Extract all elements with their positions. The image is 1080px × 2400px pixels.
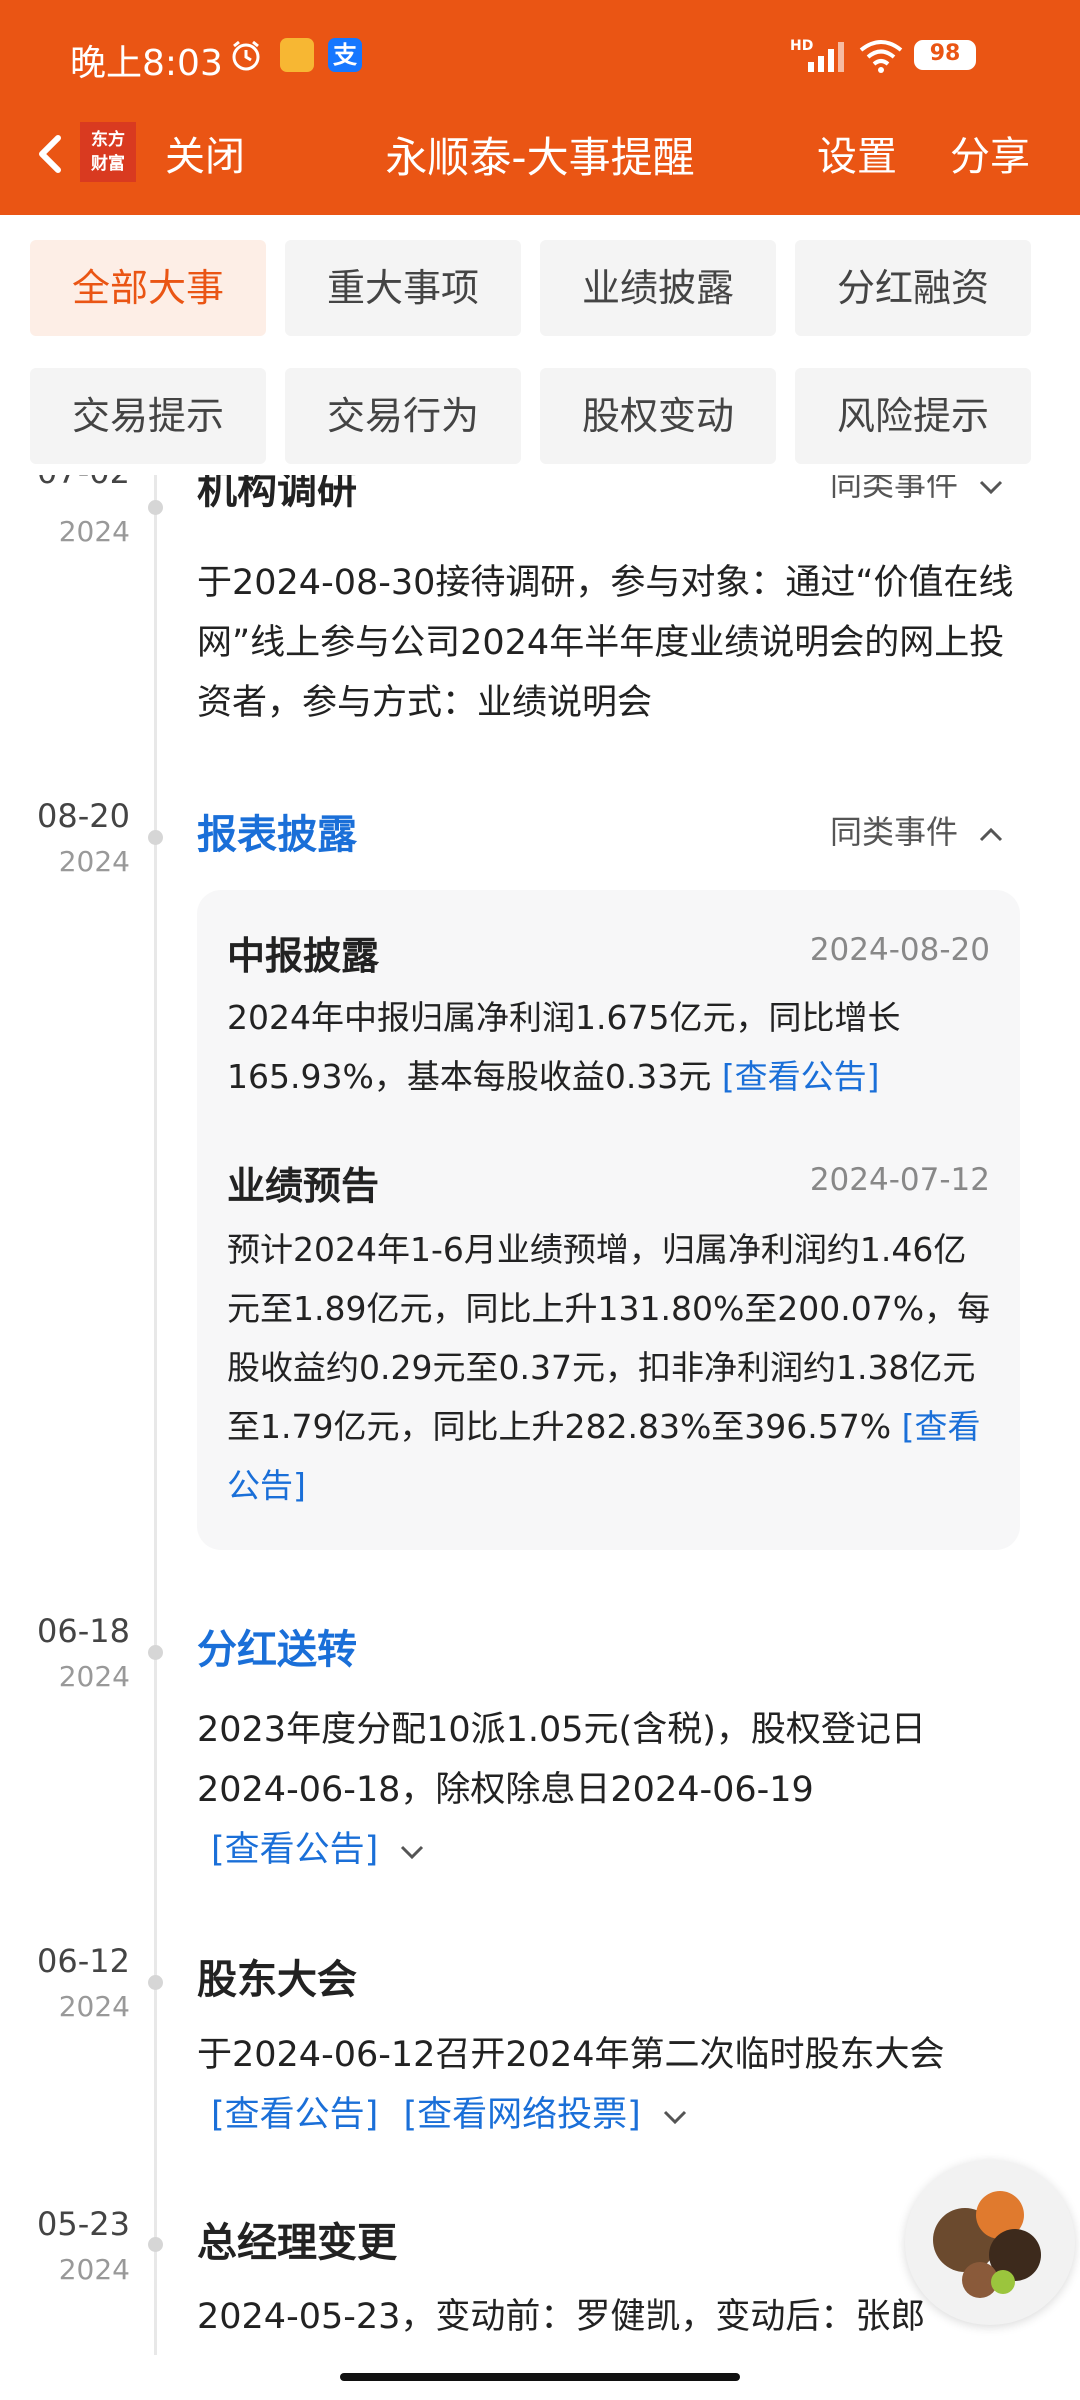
event-year: 2024 [58,1660,130,1693]
filter-results-disclosure[interactable]: 业绩披露 [540,240,776,336]
chevron-down-icon [976,475,1006,505]
event-date: 08-20 [37,797,130,835]
event-title: 股东大会 [197,1957,357,2003]
event-title: 机构调研 [197,475,357,513]
event-description: 2024-05-23，变动前：罗健凯，变动后：张郎 [197,2297,926,2337]
chevron-down-icon[interactable] [397,1821,427,1881]
event-title[interactable]: 分红送转 [197,1617,357,1675]
timeline-dot [148,1645,163,1660]
notification-app-icon [280,38,314,72]
assistant-avatar-icon [933,2191,1041,2298]
sub-event-text: 预计2024年1-6月业绩预增，归属净利润约1.46亿元至1.89亿元，同比上升… [227,1230,991,1446]
event-year: 2024 [58,515,130,548]
timeline-dot [148,2237,163,2252]
similar-label: 同类事件 [830,813,959,851]
timeline-dot [148,500,163,515]
event-date: 07-02 [30,475,130,491]
similar-label: 同类事件 [830,475,959,503]
event-year: 2024 [58,2253,130,2286]
sub-event-description: 预计2024年1-6月业绩预增，归属净利润约1.46亿元至1.89亿元，同比上升… [227,1220,997,1515]
event-description: 于2024-08-30接待调研，参与对象：通过“价值在线网”线上参与公司2024… [197,563,1014,723]
settings-button[interactable]: 设置 [817,124,897,182]
filter-dividend-financing[interactable]: 分红融资 [795,240,1031,336]
sub-event-title: 业绩预告 [227,1164,380,1208]
event-title: 总经理变更 [197,2220,397,2266]
alipay-icon: 支 [328,38,362,72]
sub-event-date: 2024-07-12 [809,1162,990,1198]
home-indicator[interactable] [340,2373,740,2381]
sub-event-title: 中报披露 [227,934,380,978]
timeline-dot [148,1975,163,1990]
event-title[interactable]: 报表披露 [197,802,357,860]
timeline-line [154,475,157,2355]
page-title: 永顺泰-大事提醒 [385,133,695,182]
share-button[interactable]: 分享 [950,124,1030,182]
chevron-up-icon [976,815,1006,853]
event-text: 2023年度分配10派1.05元(含税)，股权登记日2024-06-18，除权除… [197,1710,926,1810]
alarm-icon [228,38,264,78]
event-description: 于2024-06-12召开2024年第二次临时股东大会 [查看公告] [查看网络… [197,2025,1017,2146]
similar-events-toggle[interactable]: 同类事件 [830,807,1006,853]
similar-events-toggle[interactable]: 同类事件 [830,475,1006,505]
filter-equity-change[interactable]: 股权变动 [540,368,776,464]
view-announcement-link[interactable]: [查看公告] [211,1830,378,1870]
event-year: 2024 [58,1990,130,2023]
event-description: 2023年度分配10派1.05元(含税)，股权登记日2024-06-18，除权除… [197,1700,1017,1881]
app-header: 晚上8:03 支 HD 98 东方 财富 关闭 永顺泰-大事提醒 设置 分享 [0,0,1080,215]
event-text: 于2024-06-12召开2024年第二次临时股东大会 [197,2035,945,2075]
filter-trade-tips[interactable]: 交易提示 [30,368,266,464]
event-date: 06-18 [37,1612,130,1650]
status-bar: 晚上8:03 支 HD 98 [0,0,1080,110]
sub-event-date: 2024-08-20 [809,932,990,968]
view-online-voting-link[interactable]: [查看网络投票] [403,2095,640,2135]
view-announcement-link[interactable]: [查看公告] [722,1057,880,1096]
signal-icon [806,40,846,76]
timeline-dot [148,830,163,845]
event-timeline: 07-02 2024 机构调研 同类事件 于2024-08-30接待调研，参与对… [0,475,1080,2355]
filter-major-matters[interactable]: 重大事项 [285,240,521,336]
status-time: 晚上8:03 [70,43,223,84]
battery-icon: 98 [914,40,976,70]
filter-trade-behavior[interactable]: 交易行为 [285,368,521,464]
filter-risk-warning[interactable]: 风险提示 [795,368,1031,464]
battery-level: 98 [929,41,961,66]
event-year: 2024 [58,845,130,878]
sub-event-description: 2024年中报归属净利润1.675亿元，同比增长165.93%，基本每股收益0.… [227,988,997,1106]
wifi-icon [858,38,904,78]
similar-events-card: 中报披露 2024-08-20 2024年中报归属净利润1.675亿元，同比增长… [197,890,1020,1550]
event-date: 06-12 [37,1942,130,1980]
filter-chips: 全部大事 重大事项 业绩披露 分红融资 交易提示 交易行为 股权变动 风险提示 [0,215,1080,475]
filter-all-events[interactable]: 全部大事 [30,240,266,336]
chevron-down-icon[interactable] [660,2086,690,2146]
view-announcement-link[interactable]: [查看公告] [211,2095,378,2135]
nav-bar: 东方 财富 关闭 永顺泰-大事提醒 设置 分享 [0,110,1080,215]
event-date: 05-23 [37,2205,130,2243]
floating-assistant-button[interactable] [905,2160,1075,2325]
